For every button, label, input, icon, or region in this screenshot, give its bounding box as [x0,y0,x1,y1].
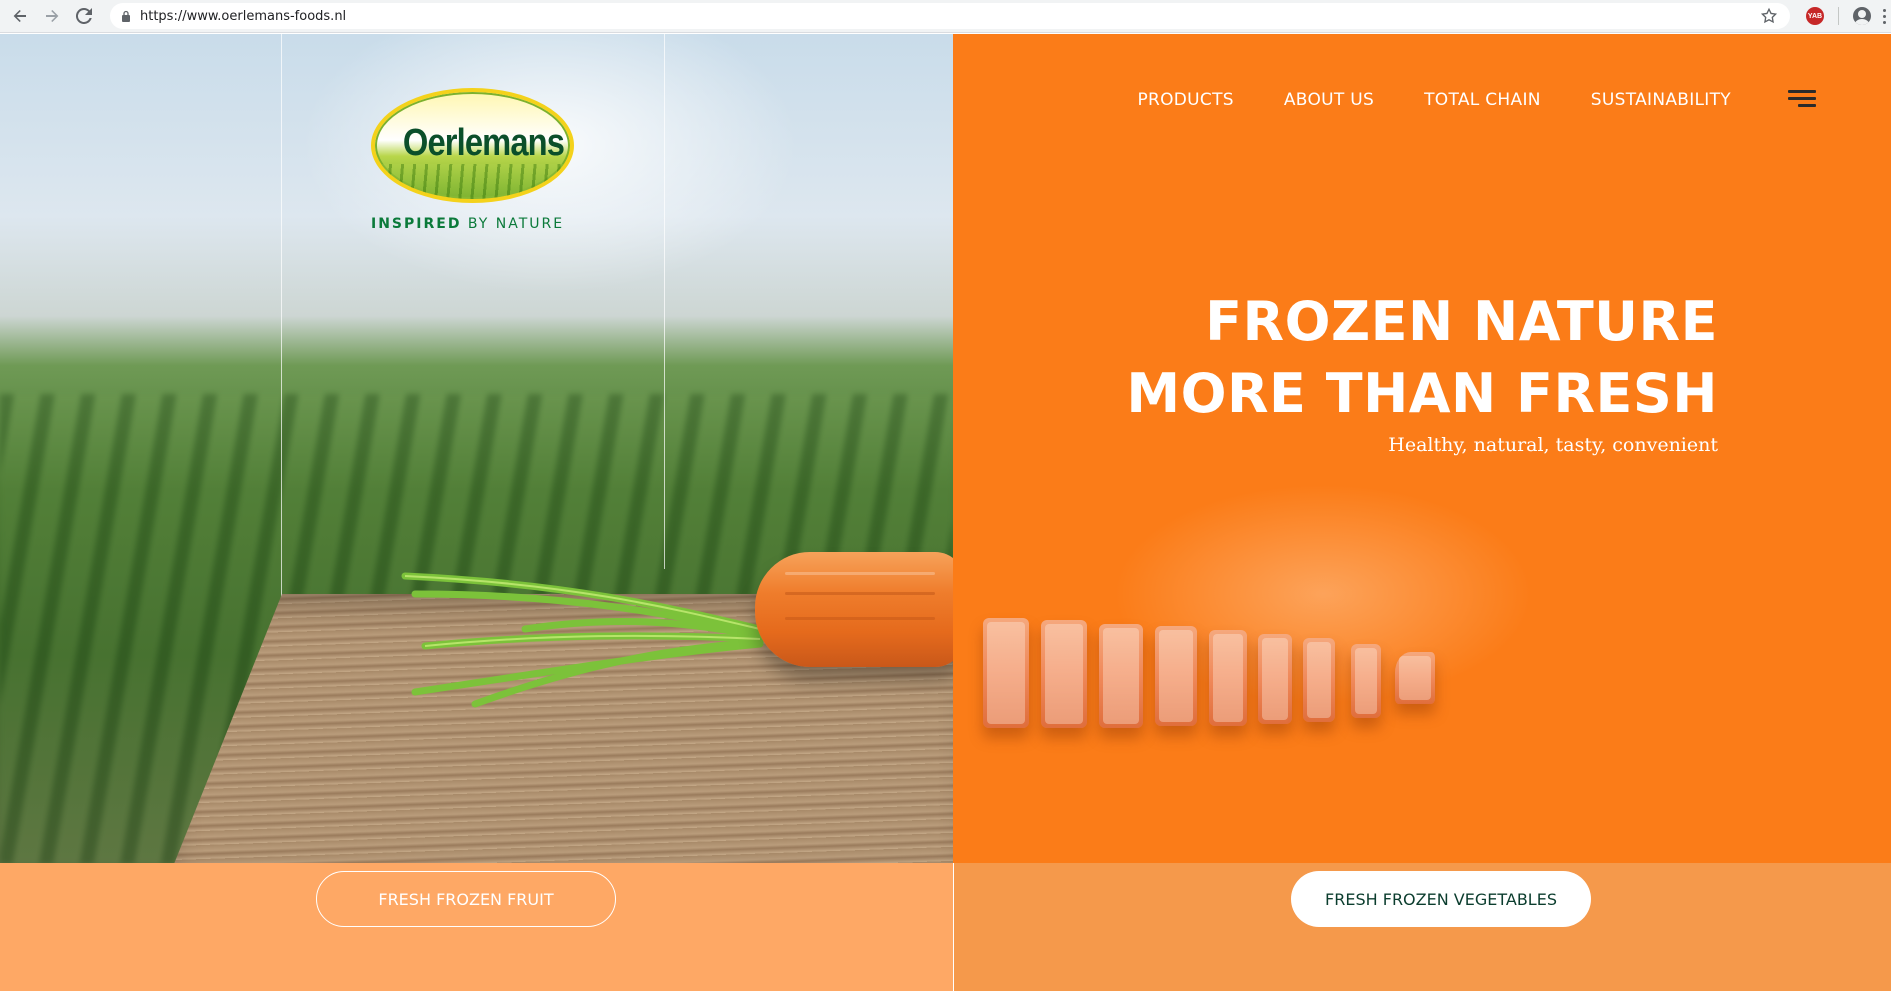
nav-products[interactable]: PRODUCTS [1137,90,1233,110]
carrot-slice [1351,644,1381,718]
browser-menu-icon[interactable] [1883,8,1886,24]
logo-wordmark: Oerlemans [402,122,565,164]
carrot-slice [1258,634,1292,724]
page: Oerlemans INSPIRED BY NATURE PRODUCTS AB… [0,34,1891,991]
carrot-greens-image [401,572,764,708]
main-navigation: PRODUCTS ABOUT US TOTAL CHAIN SUSTAINABI… [1137,90,1731,110]
profile-icon[interactable] [1853,7,1871,25]
carrot-slice [1303,638,1335,722]
carrot-slice [1155,626,1197,726]
section-divider [953,863,954,991]
brand-tagline: INSPIRED BY NATURE [371,216,581,232]
forward-icon[interactable] [40,4,64,28]
bookmark-star-icon[interactable] [1760,7,1778,25]
address-bar[interactable]: https://www.oerlemans-foods.nl [110,3,1790,29]
url-text[interactable]: https://www.oerlemans-foods.nl [140,9,346,24]
tagline-bold: INSPIRED [371,216,462,232]
fresh-frozen-fruit-button[interactable]: FRESH FROZEN FRUIT [316,871,616,927]
tagline-rest: BY NATURE [467,216,565,232]
carrot-slice [1041,620,1087,728]
hamburger-menu-icon[interactable] [1788,90,1816,110]
glass-edge-line [664,34,665,569]
headline-line-1: FROZEN NATURE [1205,290,1718,353]
carrot-slice [1395,652,1435,704]
carrot-slice [1099,624,1143,728]
hero-orange-panel: PRODUCTS ABOUT US TOTAL CHAIN SUSTAINABI… [953,34,1891,863]
nav-total-chain[interactable]: TOTAL CHAIN [1424,90,1541,110]
fresh-frozen-vegetables-button[interactable]: FRESH FROZEN VEGETABLES [1291,871,1591,927]
browser-toolbar: https://www.oerlemans-foods.nl YAB [0,0,1891,33]
hero-headline: FROZEN NATURE MORE THAN FRESH [1126,286,1718,430]
carrot-slice [983,618,1029,728]
extension-icon[interactable]: YAB [1806,7,1824,25]
hero-subline: Healthy, natural, tasty, convenient [1388,434,1718,456]
lock-icon [122,10,130,22]
carrot-slice [1209,630,1247,726]
frozen-carrot-slices-image [953,574,1493,754]
carrot-image [755,552,953,667]
hero-image-field: Oerlemans INSPIRED BY NATURE [0,34,953,863]
brand-logo[interactable]: Oerlemans [371,88,574,208]
back-icon[interactable] [8,4,32,28]
nav-sustainability[interactable]: SUSTAINABILITY [1591,90,1731,110]
toolbar-separator [1838,7,1839,25]
reload-icon[interactable] [72,4,96,28]
headline-line-2: MORE THAN FRESH [1126,362,1718,425]
nav-about-us[interactable]: ABOUT US [1284,90,1374,110]
